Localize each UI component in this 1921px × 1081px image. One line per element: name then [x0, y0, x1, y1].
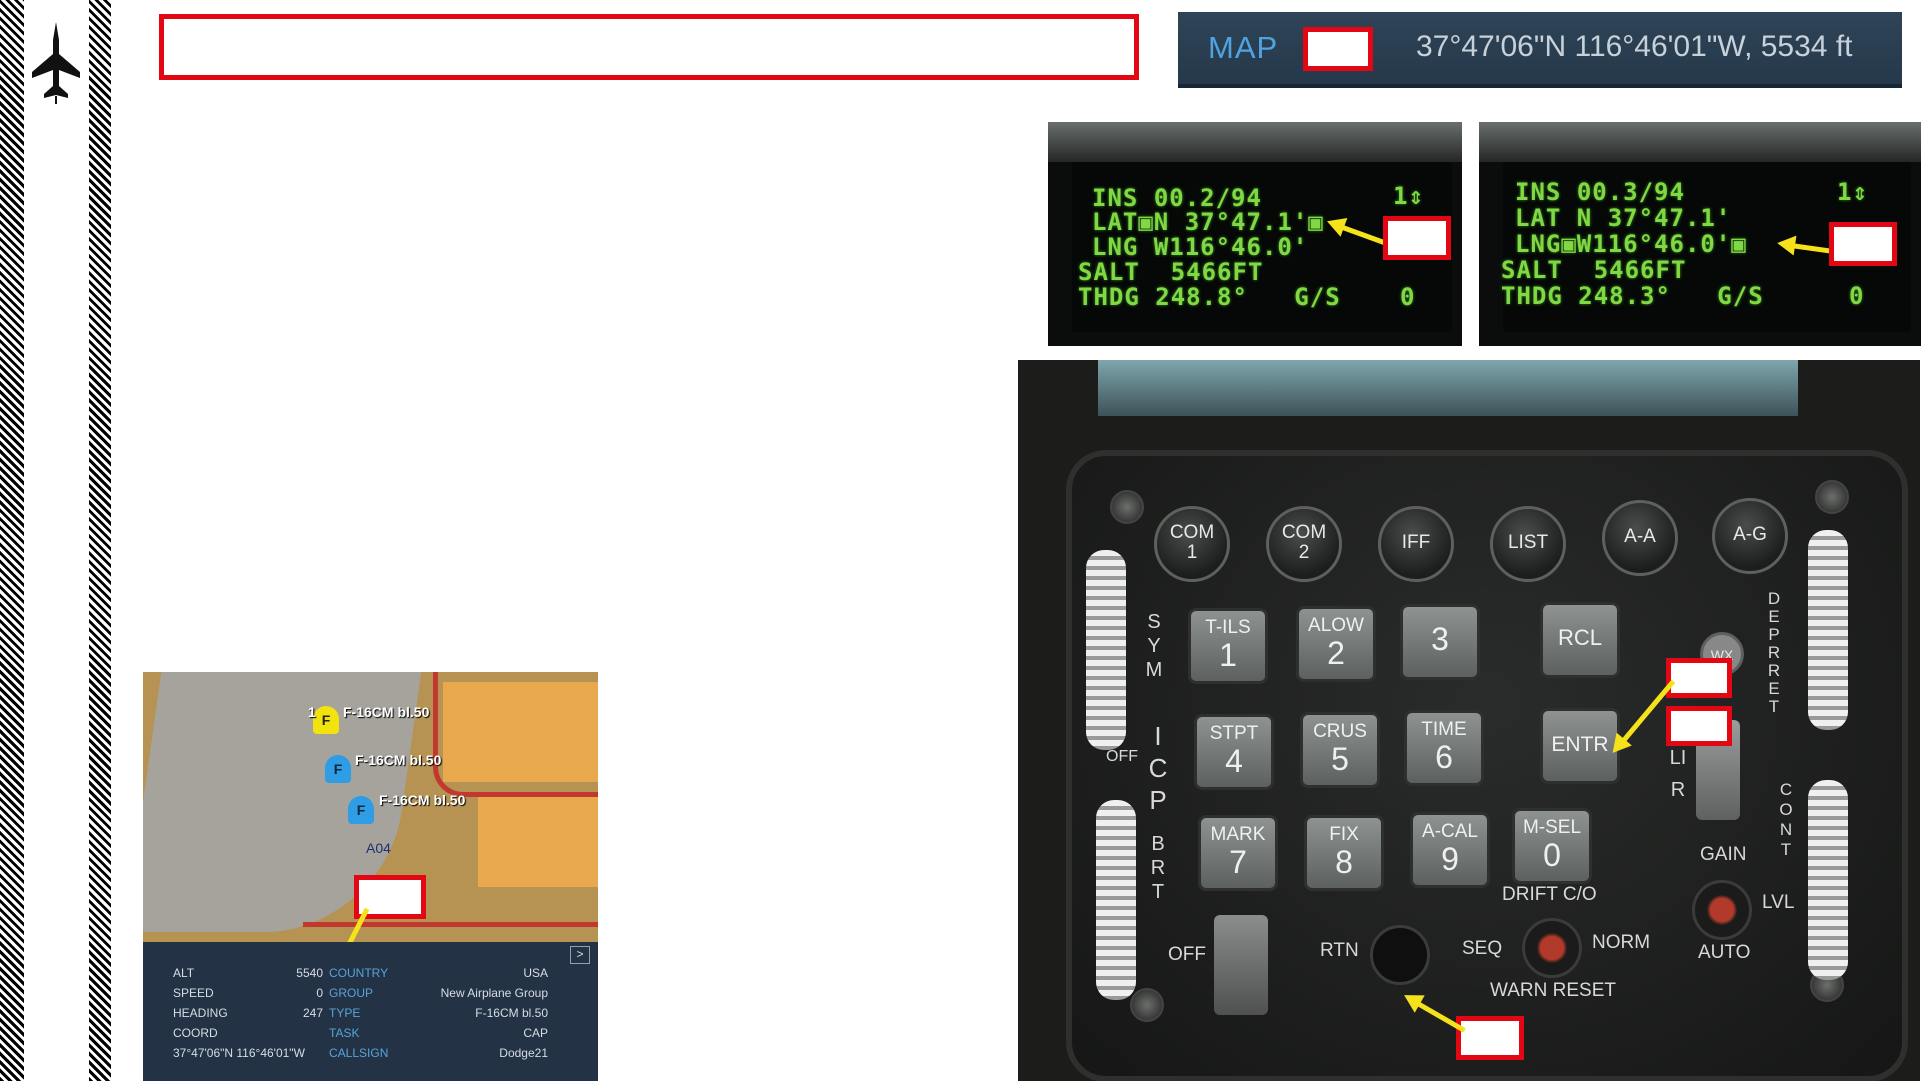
info-task-value: CAP: [523, 1026, 548, 1040]
off-label-lower: OFF: [1168, 944, 1206, 965]
icp-callout-box-1: [1666, 658, 1732, 698]
info-heading-label: HEADING: [173, 1006, 228, 1020]
ded-left-callout-box: [1383, 216, 1451, 260]
depr-ret-label: DEPR RET: [1767, 589, 1781, 716]
info-type-value: F-16CM bl.50: [475, 1006, 548, 1020]
key-5-crus[interactable]: CRUS 5: [1300, 712, 1380, 788]
brt-label: BRT: [1150, 833, 1166, 903]
list-button[interactable]: LIST: [1490, 506, 1566, 582]
left-rail-stripe-outer: [0, 0, 24, 1081]
map-label: MAP: [1208, 30, 1279, 65]
dcs-rocker-switch[interactable]: [1214, 915, 1268, 1015]
key-3[interactable]: 3: [1400, 604, 1480, 680]
brt-wheel[interactable]: [1096, 800, 1136, 1000]
ded-line-3: LNG▣W116°46.0'▣: [1515, 230, 1747, 258]
unit-label-2[interactable]: F-16CM bl.50: [355, 752, 441, 768]
ded-line-5: THDG 248.8° G/S: [1078, 283, 1341, 311]
info-speed-value: 0: [316, 986, 323, 1000]
info-group-label: GROUP: [329, 986, 374, 1000]
title-highlight-box: [159, 14, 1139, 80]
map-coordinate-bar: MAP 37°47'06"N 116°46'01"W, 5534 ft: [1178, 12, 1902, 88]
mission-editor-map-inset: F 1 F-16CM bl.50 F F-16CM bl.50 F F-16CM…: [143, 672, 598, 1081]
info-coord-label: COORD: [173, 1026, 218, 1040]
unit-label-1[interactable]: F-16CM bl.50: [343, 704, 429, 720]
auto-label: AUTO: [1698, 942, 1751, 963]
ded-line-5-right: 0: [1849, 282, 1865, 310]
key-rcl[interactable]: RCL: [1540, 602, 1620, 678]
rtn-label: RTN: [1320, 940, 1359, 961]
unit-blue-icon[interactable]: F: [325, 755, 351, 783]
icp-label: ICP: [1148, 721, 1168, 815]
warn-reset-label: WARN RESET: [1490, 980, 1616, 1001]
key-9-acal[interactable]: A-CAL 9: [1410, 812, 1490, 888]
norm-label: NORM: [1592, 932, 1651, 953]
expand-button[interactable]: >: [570, 946, 590, 964]
info-coord-value: 37°47'06"N 116°46'01"W: [173, 1046, 305, 1060]
ded-line-5-right: 0: [1400, 283, 1416, 311]
key-6-time[interactable]: TIME 6: [1404, 710, 1484, 786]
gain-label: GAIN: [1700, 844, 1747, 865]
info-callsign-label: CALLSIGN: [329, 1046, 389, 1060]
icp-callout-box-2: [1666, 706, 1732, 746]
ded-line-5: THDG 248.3° G/S: [1501, 282, 1764, 310]
info-heading-value: 247: [302, 1006, 323, 1020]
key-2-alow[interactable]: ALOW 2: [1296, 606, 1376, 682]
ded-line-1: INS 00.3/94: [1515, 178, 1685, 206]
waypoint-label: A04: [366, 840, 391, 856]
ded-line-2: LAT N 37°47.1': [1515, 204, 1732, 232]
info-type-label: TYPE: [329, 1006, 361, 1020]
key-4-stpt[interactable]: STPT 4: [1194, 714, 1274, 790]
fighter-jet-icon: [28, 20, 84, 104]
key-8-fix[interactable]: FIX 8: [1304, 815, 1384, 891]
ded-line-4: SALT 5466FT: [1501, 256, 1687, 284]
info-speed-label: SPEED: [173, 986, 214, 1000]
ded-line-3: LNG W116°46.0': [1092, 233, 1309, 261]
a-g-button[interactable]: A-G: [1712, 498, 1788, 574]
unit-label-3[interactable]: F-16CM bl.50: [379, 792, 465, 808]
unit-label-1[interactable]: 1: [308, 704, 316, 720]
sym-label: SYM: [1145, 611, 1163, 681]
sym-wheel[interactable]: [1086, 550, 1126, 750]
depr-ret-wheel[interactable]: [1808, 530, 1848, 730]
info-group-value: New Airplane Group: [440, 986, 548, 1000]
map-coordinate-readout: 37°47'06"N 116°46'01"W, 5534 ft: [1416, 30, 1853, 63]
info-alt-label: ALT: [173, 966, 195, 980]
com1-button[interactable]: COM 1: [1154, 506, 1230, 582]
unit-info-panel: > ALT 5540 SPEED 0 HEADING 247 COORD 37°…: [143, 942, 598, 1081]
flir-gain-switch[interactable]: [1692, 880, 1752, 940]
info-callsign-value: Dodge21: [499, 1046, 548, 1060]
key-0-msel[interactable]: M-SEL 0: [1512, 808, 1592, 884]
ded-display-right: INS 00.3/94 1⇕ LAT N 37°47.1' LNG▣W116°4…: [1479, 122, 1921, 346]
cont-wheel[interactable]: [1808, 780, 1848, 980]
info-alt-value: 5540: [296, 966, 323, 980]
drift-co-label: DRIFT C/O: [1502, 884, 1597, 905]
cont-label: CONT: [1779, 780, 1793, 859]
iff-button[interactable]: IFF: [1378, 506, 1454, 582]
unit-yellow-icon[interactable]: F: [313, 706, 339, 734]
ded-line-2: LAT▣N 37°47.1'▣: [1092, 208, 1324, 236]
icp-panel: COM 1 COM 2 IFF LIST A-A A-G T-ILS 1 ALOW 2 …: [1018, 360, 1920, 1081]
ded-line-1-right: 1⇕: [1837, 178, 1868, 206]
ded-right-callout-box: [1829, 222, 1897, 266]
off-label-upper: OFF: [1106, 748, 1138, 765]
key-7-mark[interactable]: MARK 7: [1198, 815, 1278, 891]
left-rail-stripe-inner: [89, 0, 111, 1081]
map-callout-box: [1303, 27, 1373, 71]
a-a-button[interactable]: A-A: [1602, 500, 1678, 576]
drift-co-switch[interactable]: [1522, 918, 1582, 978]
key-1-tils[interactable]: T-ILS 1: [1188, 608, 1268, 684]
info-country-label: COUNTRY: [329, 966, 389, 980]
ded-line-4: SALT 5466FT: [1078, 258, 1264, 286]
unit-blue-icon[interactable]: F: [348, 796, 374, 824]
ded-display-left: INS 00.2/94 1⇕ LAT▣N 37°47.1'▣ LNG W116°…: [1048, 122, 1462, 346]
lvl-label: LVL: [1762, 892, 1795, 913]
info-task-label: TASK: [329, 1026, 360, 1040]
rtn-seq-switch[interactable]: [1370, 925, 1430, 985]
ded-line-1-right: 1⇕: [1393, 182, 1424, 210]
icp-callout-box-3: [1456, 1016, 1524, 1060]
info-country-value: USA: [523, 966, 548, 980]
com2-button[interactable]: COM 2: [1266, 506, 1342, 582]
seq-label: SEQ: [1462, 938, 1503, 959]
